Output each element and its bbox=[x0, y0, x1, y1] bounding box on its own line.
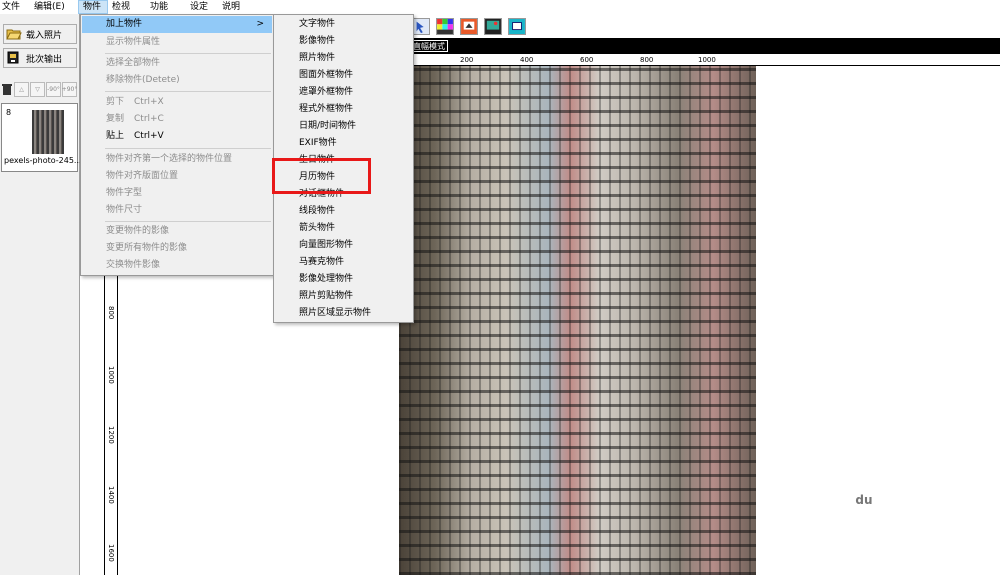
submenu-item-datetime[interactable]: 日期/时间物件 bbox=[275, 118, 413, 135]
thumbnail-image bbox=[32, 110, 64, 154]
submenu-item-photo[interactable]: 照片物件 bbox=[275, 50, 413, 67]
ruler-tick: 400 bbox=[520, 56, 534, 64]
rotate-right-button[interactable]: +90° bbox=[62, 81, 77, 97]
submenu-item-image[interactable]: 影像物件 bbox=[275, 33, 413, 50]
menu-item-remove[interactable]: 移除物件(Detete) bbox=[82, 72, 272, 89]
folder-open-icon bbox=[6, 29, 22, 40]
thumbnail-marker: 8 bbox=[6, 108, 12, 117]
baidu-watermark: Bai du 经验 jingyan.baidu.com bbox=[768, 467, 958, 547]
batch-output-icon bbox=[7, 51, 19, 64]
menu-function[interactable]: 功能 bbox=[146, 0, 186, 14]
menu-item-label: 剪下 bbox=[106, 97, 125, 107]
color-grid-icon[interactable] bbox=[436, 18, 454, 35]
menu-item-change-all-images[interactable]: 变更所有物件的影像 bbox=[82, 240, 272, 257]
menu-item-select-all[interactable]: 选择全部物件 bbox=[82, 55, 272, 72]
menu-item-label: 加上物件 bbox=[106, 19, 143, 29]
menu-item-copy[interactable]: 复制 Ctrl+C bbox=[82, 111, 272, 128]
submenu-item-line[interactable]: 线段物件 bbox=[275, 203, 413, 220]
menu-item-change-image[interactable]: 变更物件的影像 bbox=[82, 223, 272, 240]
submenu-item-picture-frame[interactable]: 图面外框物件 bbox=[275, 67, 413, 84]
submenu-item-vector[interactable]: 向量图形物件 bbox=[275, 237, 413, 254]
horizontal-ruler: 200 400 600 800 1000 bbox=[408, 54, 1000, 66]
ruler-tick: 800 bbox=[107, 306, 115, 320]
watermark-paw-text: du bbox=[855, 493, 872, 507]
submenu-item-photo-region[interactable]: 照片区域显示物件 bbox=[275, 305, 413, 322]
menu-view[interactable]: 检视 bbox=[108, 0, 146, 14]
move-up-button[interactable]: △ bbox=[14, 81, 29, 97]
shortcut-label: Ctrl+C bbox=[134, 114, 164, 124]
menu-item-label: 贴上 bbox=[106, 131, 125, 141]
menu-item-size[interactable]: 物件尺寸 bbox=[82, 202, 272, 219]
menu-item-paste[interactable]: 贴上 Ctrl+V bbox=[82, 128, 272, 145]
vertical-ruler: 800 1000 1200 1400 1600 bbox=[104, 270, 118, 575]
canvas-header-bar bbox=[408, 38, 1000, 54]
shortcut-label: Ctrl+X bbox=[134, 97, 164, 107]
submenu-item-text[interactable]: 文字物件 bbox=[275, 16, 413, 33]
submenu-item-photo-clip[interactable]: 照片剪贴物件 bbox=[275, 288, 413, 305]
building-photo[interactable] bbox=[399, 66, 756, 575]
thumbnail-label: pexels-photo-245... bbox=[4, 156, 82, 165]
submenu-item-arrow[interactable]: 箭头物件 bbox=[275, 220, 413, 237]
ruler-tick: 1200 bbox=[107, 426, 115, 444]
photo-icon[interactable] bbox=[484, 18, 502, 35]
ruler-tick: 1400 bbox=[107, 486, 115, 504]
submenu-item-mask-frame[interactable]: 遮罩外框物件 bbox=[275, 84, 413, 101]
submenu-item-program-frame[interactable]: 程式外框物件 bbox=[275, 101, 413, 118]
load-photo-label: 载入照片 bbox=[26, 30, 63, 41]
watermark-cn: 经验 bbox=[886, 501, 934, 529]
ruler-tick: 1000 bbox=[698, 56, 716, 64]
menu-settings[interactable]: 设定 bbox=[186, 0, 218, 14]
ruler-tick: 200 bbox=[460, 56, 474, 64]
menu-object[interactable]: 物件 bbox=[78, 0, 108, 14]
ruler-tick: 1600 bbox=[107, 544, 115, 562]
watermark-brand: Bai bbox=[768, 489, 822, 524]
portrait-mode-label: 直幅模式 bbox=[410, 40, 448, 52]
object-menu-dropdown: 加上物件 > 显示物件属性 选择全部物件 移除物件(Detete) 剪下 Ctr… bbox=[80, 14, 274, 276]
submenu-item-exif[interactable]: EXIF物件 bbox=[275, 135, 413, 152]
menu-separator bbox=[105, 221, 271, 222]
submenu-item-mosaic[interactable]: 马赛克物件 bbox=[275, 254, 413, 271]
paw-icon: du bbox=[844, 469, 885, 510]
annotation-highlight-box bbox=[272, 158, 371, 194]
ruler-tick: 1000 bbox=[107, 366, 115, 384]
menu-file[interactable]: 文件 bbox=[0, 0, 30, 14]
ruler-tick: 800 bbox=[640, 56, 654, 64]
watermark-url: jingyan.baidu.com bbox=[768, 531, 905, 546]
menu-item-align-layout[interactable]: 物件对齐版面位置 bbox=[82, 168, 272, 185]
frame-icon[interactable] bbox=[508, 18, 526, 35]
menu-separator bbox=[105, 148, 271, 149]
menu-edit[interactable]: 编辑(E) bbox=[30, 0, 78, 14]
load-photo-button[interactable]: 载入照片 bbox=[3, 24, 77, 44]
menu-separator bbox=[105, 53, 271, 54]
menu-item-show-properties[interactable]: 显示物件属性 bbox=[82, 34, 272, 51]
menu-item-swap-images[interactable]: 交换物件影像 bbox=[82, 257, 272, 274]
shortcut-label: Ctrl+V bbox=[134, 131, 164, 141]
menu-item-cut[interactable]: 剪下 Ctrl+X bbox=[82, 94, 272, 111]
edit-image-icon[interactable] bbox=[460, 18, 478, 35]
menu-item-label: 复制 bbox=[106, 114, 125, 124]
ruler-tick: 600 bbox=[580, 56, 594, 64]
menu-item-add-object[interactable]: 加上物件 > bbox=[82, 16, 272, 33]
batch-output-button[interactable]: 批次输出 bbox=[3, 48, 77, 68]
photo-thumbnail[interactable]: 8 pexels-photo-245... bbox=[1, 103, 82, 172]
trash-icon[interactable] bbox=[0, 82, 14, 96]
left-panel: 载入照片 批次输出 △ ▽ -90° +90° 8 pexels-photo-2… bbox=[0, 14, 82, 575]
menu-bar: 文件 编辑(E) 物件 检视 功能 设定 说明 bbox=[0, 0, 1000, 14]
submenu-arrow-icon: > bbox=[256, 19, 264, 29]
batch-output-label: 批次输出 bbox=[26, 54, 63, 65]
menu-help[interactable]: 说明 bbox=[218, 0, 244, 14]
image-toolbar bbox=[412, 18, 532, 36]
menu-item-align-first[interactable]: 物件对齐第一个选择的物件位置 bbox=[82, 151, 272, 168]
menu-item-font[interactable]: 物件字型 bbox=[82, 185, 272, 202]
menu-separator bbox=[105, 91, 271, 92]
rotate-left-button[interactable]: -90° bbox=[46, 81, 61, 97]
move-down-button[interactable]: ▽ bbox=[30, 81, 45, 97]
rotate-toolbar: △ ▽ -90° +90° bbox=[0, 80, 80, 98]
submenu-item-image-processing[interactable]: 影像处理物件 bbox=[275, 271, 413, 288]
select-tool-icon[interactable] bbox=[412, 18, 430, 35]
